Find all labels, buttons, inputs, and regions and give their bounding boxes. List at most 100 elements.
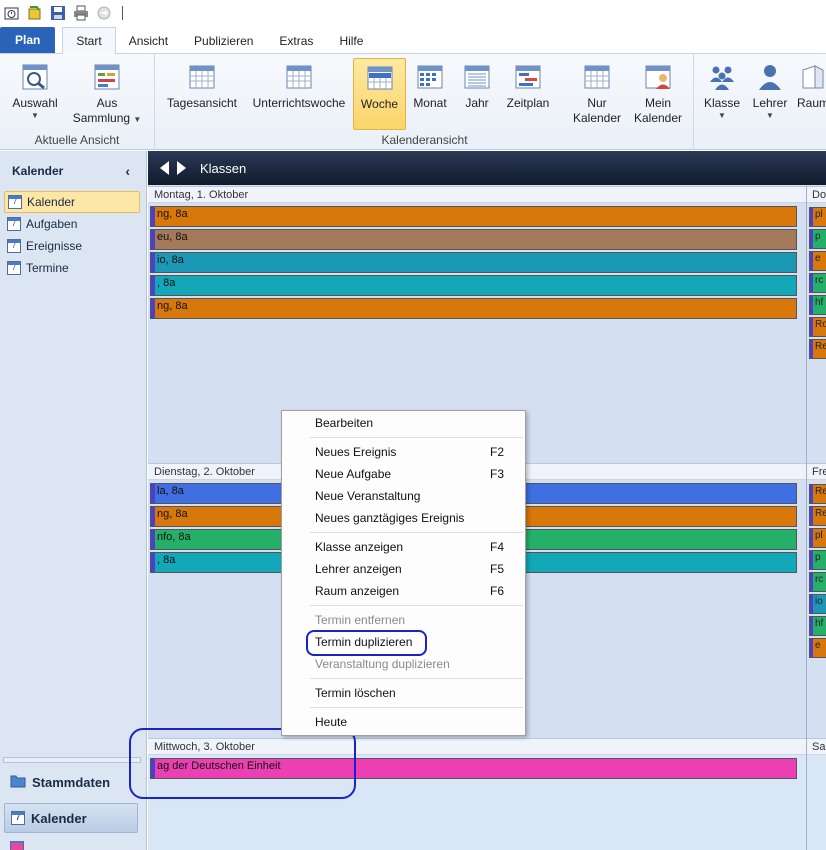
event-block[interactable]: e [809, 638, 826, 658]
tab-plan[interactable]: Plan [0, 27, 56, 53]
nav-item-ereignisse[interactable]: 7 Ereignisse [4, 235, 140, 257]
event-block[interactable]: Re [809, 339, 826, 359]
raum-button[interactable]: Raum [797, 58, 826, 130]
menu-item-klasse-anzeigen[interactable]: Klasse anzeigen F4 [282, 536, 525, 558]
event-block[interactable]: io [809, 594, 826, 614]
nur-label: Nur [587, 96, 607, 110]
sammlung-label: Sammlung ▼ [72, 111, 142, 125]
tagesansicht-button[interactable]: Tagesansicht [165, 58, 239, 130]
week-view-icon [365, 63, 395, 93]
nav-splitter[interactable] [3, 757, 141, 763]
zeitplan-button[interactable]: Zeitplan [502, 58, 554, 130]
nav-item-termine[interactable]: 7 Termine [4, 257, 140, 279]
event-block[interactable]: io, 8a [150, 252, 797, 273]
event-block[interactable]: pl [809, 207, 826, 227]
previous-arrow-icon[interactable] [160, 161, 169, 175]
chevron-down-icon: ▼ [718, 111, 726, 120]
day-header: Sa [807, 738, 826, 755]
calendar-icon: 7 [7, 217, 21, 231]
nav-item-aufgaben[interactable]: 7 Aufgaben [4, 213, 140, 235]
print-icon[interactable] [72, 5, 89, 22]
raum-label: Raum [797, 96, 826, 110]
open-folder-icon[interactable] [26, 5, 43, 22]
menu-item-neue-veranstaltung[interactable]: Neue Veranstaltung [282, 485, 525, 507]
day-section-freitag: Fre Re Re pl p rc io hf e [806, 463, 826, 738]
unterrichtswoche-button[interactable]: Unterrichtswoche [249, 58, 349, 130]
tab-start[interactable]: Start [62, 27, 116, 54]
jahr-button[interactable]: Jahr [458, 58, 496, 130]
event-block[interactable]: rc [809, 273, 826, 293]
lehrer-button[interactable]: Lehrer ▼ [750, 58, 790, 130]
nav-kalender-button[interactable]: 7 Kalender [4, 803, 138, 833]
zeitplan-label: Zeitplan [506, 96, 550, 110]
event-block[interactable]: p [809, 550, 826, 570]
event-block[interactable]: rc [809, 572, 826, 592]
collapse-chevron-icon[interactable]: ‹ [125, 163, 130, 179]
event-block[interactable]: hf [809, 616, 826, 636]
year-view-icon [462, 62, 492, 92]
menu-separator [310, 605, 523, 606]
stammdaten-label: Stammdaten [32, 774, 111, 790]
calendar-title: Klassen [200, 160, 247, 176]
menu-item-neues-ganztaegiges-ereignis[interactable]: Neues ganztägiges Ereignis [282, 507, 525, 529]
calendar-icon: 7 [8, 195, 22, 209]
tab-publizieren[interactable]: Publizieren [181, 29, 266, 53]
event-block[interactable]: hf [809, 295, 826, 315]
nur-kalender-button[interactable]: Nur Kalender [566, 58, 628, 130]
event-block[interactable]: Re [809, 506, 826, 526]
mein-kalender-button[interactable]: Mein Kalender [630, 58, 686, 130]
room-icon [797, 62, 826, 92]
event-block[interactable]: pl [809, 528, 826, 548]
refresh-icon[interactable] [95, 5, 112, 22]
calendar-icon [10, 841, 24, 850]
event-block[interactable]: Re [809, 484, 826, 504]
day-view-icon [187, 62, 217, 92]
menu-item-neues-ereignis[interactable]: Neues Ereignis F2 [282, 441, 525, 463]
tagesansicht-label: Tagesansicht [166, 96, 238, 110]
menu-item-raum-anzeigen[interactable]: Raum anzeigen F6 [282, 580, 525, 602]
calendar-header: Klassen [148, 151, 826, 185]
group-aktuelle-ansicht: Auswahl ▼ Aus Sammlung ▼ Aktuelle Ansich… [0, 54, 155, 150]
menu-item-termin-entfernen: Termin entfernen [315, 613, 406, 627]
kalender-label: Kalender [31, 810, 87, 826]
kalender-label: Kalender [633, 111, 683, 125]
event-block[interactable]: ng, 8a [150, 206, 797, 227]
woche-label: Woche [360, 97, 399, 111]
menu-item-bearbeiten[interactable]: Bearbeiten [282, 412, 525, 434]
mein-label: Mein [644, 96, 671, 110]
menu-item-lehrer-anzeigen[interactable]: Lehrer anzeigen F5 [282, 558, 525, 580]
nav-item-label: Kalender [27, 195, 76, 209]
klasse-button[interactable]: Klasse ▼ [702, 58, 742, 130]
app-menu-icon[interactable] [3, 5, 20, 22]
save-icon[interactable] [49, 5, 66, 22]
event-block[interactable]: p [809, 229, 826, 249]
auswahl-button[interactable]: Auswahl ▼ [8, 58, 62, 130]
menu-item-termin-loeschen[interactable]: Termin löschen [282, 682, 525, 704]
next-arrow-icon[interactable] [177, 161, 186, 175]
jahr-label: Jahr [465, 96, 489, 110]
event-block[interactable]: , 8a [150, 275, 797, 296]
tab-hilfe[interactable]: Hilfe [326, 29, 376, 53]
magnifier-calendar-icon [20, 62, 50, 92]
monat-button[interactable]: Monat [410, 58, 450, 130]
day-header: Fre [807, 463, 826, 480]
tab-extras[interactable]: Extras [266, 29, 326, 53]
nav-stammdaten-button[interactable]: Stammdaten [4, 767, 138, 797]
woche-button[interactable]: Woche [353, 58, 406, 130]
klasse-label: Klasse [703, 96, 741, 110]
nav-next-button[interactable] [4, 841, 138, 850]
collection-calendar-icon [92, 62, 122, 92]
menu-item-heute[interactable]: Heute [282, 711, 525, 733]
group-people-icon [707, 62, 737, 92]
aus-sammlung-button[interactable]: Aus Sammlung ▼ [72, 58, 142, 130]
folder-icon [10, 774, 26, 791]
event-block[interactable]: Ro [809, 317, 826, 337]
event-block[interactable]: ng, 8a [150, 298, 797, 319]
nav-item-kalender[interactable]: 7 Kalender [4, 191, 140, 213]
menu-item-neue-aufgabe[interactable]: Neue Aufgabe F3 [282, 463, 525, 485]
event-block[interactable]: e [809, 251, 826, 271]
tab-ansicht[interactable]: Ansicht [116, 29, 181, 53]
nav-item-label: Aufgaben [26, 217, 78, 231]
event-block[interactable]: eu, 8a [150, 229, 797, 250]
day-section-donnerstag: Do pl p e rc hf Ro Re [806, 186, 826, 463]
